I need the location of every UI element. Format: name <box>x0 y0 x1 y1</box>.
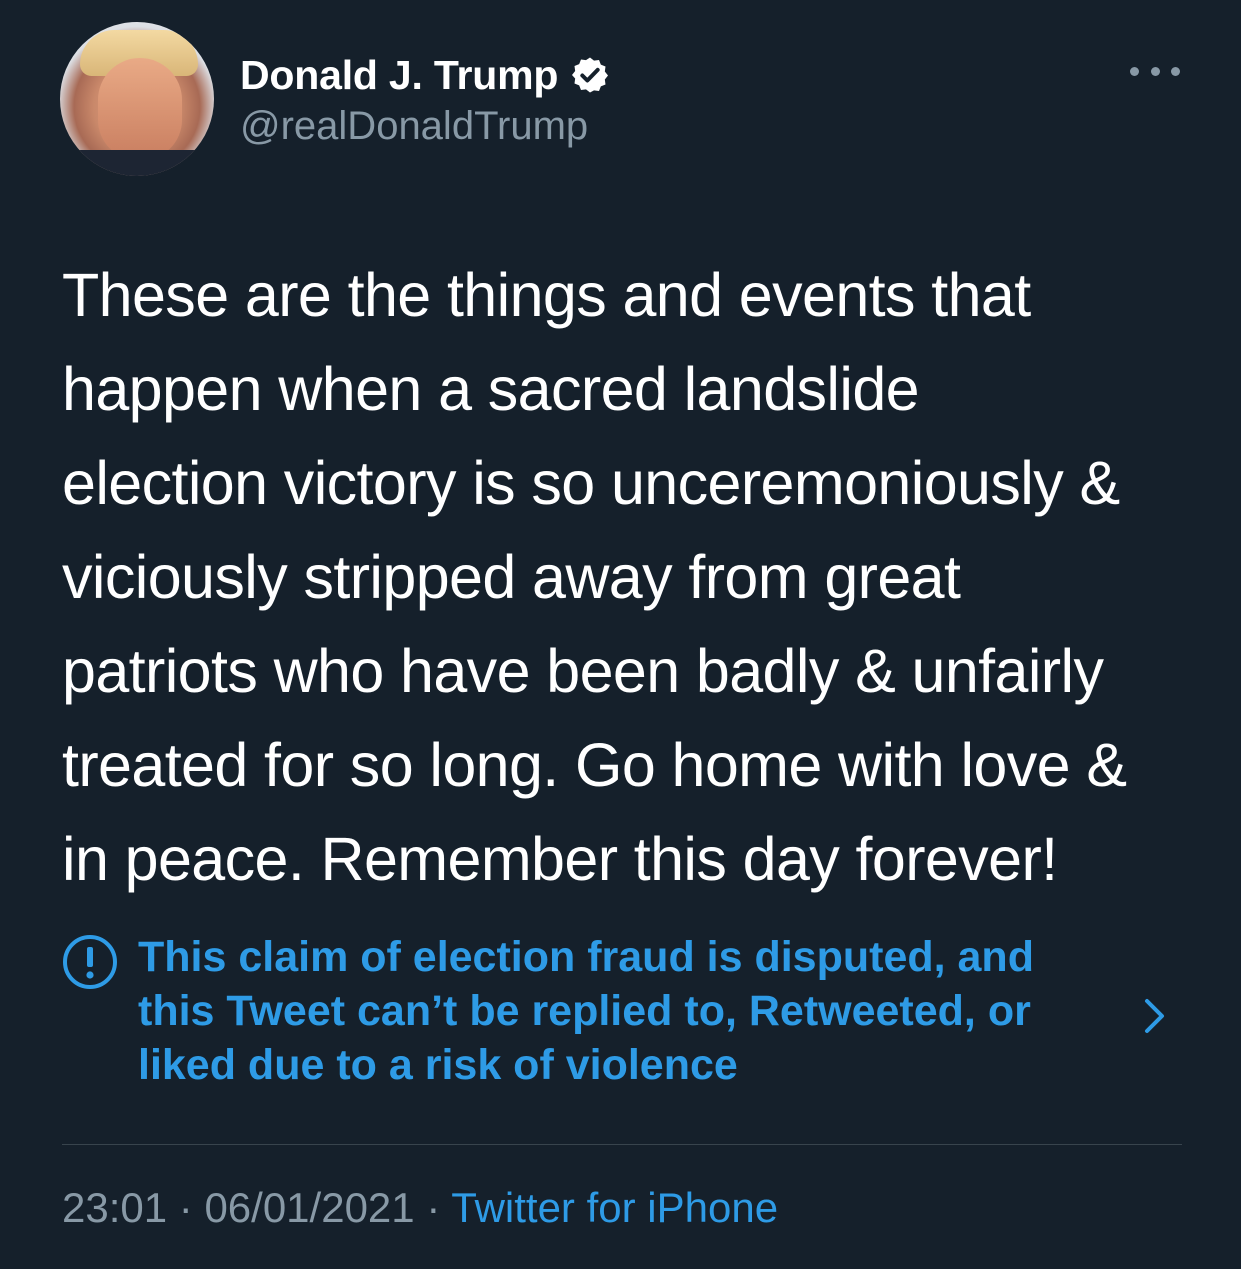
verified-badge-icon <box>570 55 610 95</box>
author-name-row[interactable]: Donald J. Trump <box>240 50 610 100</box>
more-dot <box>1171 66 1180 76</box>
tweet-text-line: in peace. Remember this day forever! <box>62 825 1058 893</box>
avatar-face <box>98 58 182 160</box>
tweet-text-line: treated for so long. Go home with love & <box>62 731 1127 799</box>
avatar-suit <box>60 150 214 176</box>
more-dot <box>1130 66 1139 76</box>
author-display-name[interactable]: Donald J. Trump <box>240 52 558 99</box>
chevron-right-icon[interactable] <box>1140 996 1170 1036</box>
exclamation-circle-icon <box>62 934 118 990</box>
notice-text-line: this Tweet can’t be replied to, Retweete… <box>138 987 1031 1035</box>
avatar[interactable] <box>60 22 214 176</box>
tweet-text-line: election victory is so unceremoniously & <box>62 449 1120 517</box>
more-dot <box>1150 66 1160 76</box>
disputed-claim-notice[interactable]: This claim of election fraud is disputed… <box>62 930 1182 1100</box>
tweet-text-line: patriots who have been badly & unfairly <box>62 637 1104 705</box>
tweet-text: These are the things and events that hap… <box>62 248 1212 906</box>
tweet: Donald J. Trump @realDonaldTrump These a… <box>0 0 1241 1269</box>
tweet-meta: 23:01 · 06/01/2021 · Twitter for iPhone <box>62 1184 778 1232</box>
meta-separator: · <box>178 1184 205 1231</box>
tweet-source-link[interactable]: Twitter for iPhone <box>451 1184 778 1231</box>
notice-text-line: liked due to a risk of violence <box>138 1041 738 1089</box>
meta-separator: · <box>426 1184 452 1231</box>
divider <box>62 1144 1182 1145</box>
tweet-date[interactable]: 06/01/2021 <box>204 1184 414 1231</box>
author-handle[interactable]: @realDonaldTrump <box>240 104 588 149</box>
notice-text[interactable]: This claim of election fraud is disputed… <box>138 930 1034 1092</box>
more-horizontal-icon[interactable] <box>1130 64 1180 78</box>
tweet-text-line: viciously stripped away from great <box>62 543 961 611</box>
notice-text-line: This claim of election fraud is disputed… <box>138 933 1034 981</box>
tweet-text-line: happen when a sacred landslide <box>62 355 920 423</box>
tweet-text-line: These are the things and events that <box>62 261 1031 329</box>
tweet-time[interactable]: 23:01 <box>62 1184 167 1231</box>
